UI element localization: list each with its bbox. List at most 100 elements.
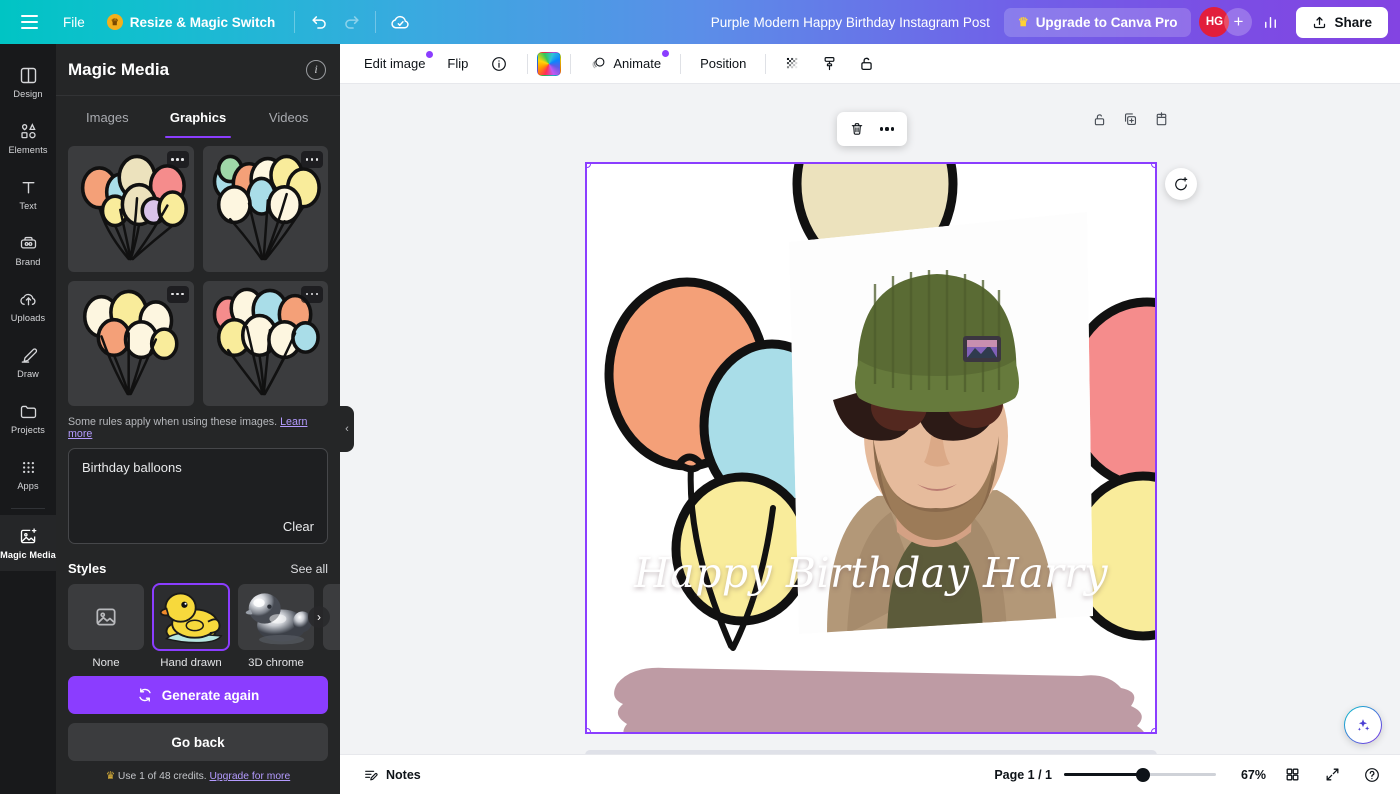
animate-button[interactable]: Animate <box>580 48 671 79</box>
collapse-panel-button[interactable]: ‹ <box>340 406 354 452</box>
sidebar-item-magic-media[interactable]: Magic Media <box>0 515 56 571</box>
style-option-none[interactable]: None <box>68 584 144 669</box>
upgrade-for-more-link[interactable]: Upgrade for more <box>210 771 291 782</box>
refresh-icon <box>139 688 151 702</box>
ctx-divider-1 <box>527 53 529 74</box>
insights-bar-chart-icon[interactable] <box>1254 6 1286 38</box>
selection-handle-bl[interactable] <box>587 728 591 732</box>
usage-rules-note: Some rules apply when using these images… <box>56 412 340 448</box>
left-rail: Design Elements Text Brand Uploads Draw … <box>0 44 56 794</box>
more-options-icon[interactable] <box>166 151 189 168</box>
go-back-label: Go back <box>171 734 225 750</box>
selection-handle-br[interactable] <box>1151 728 1155 732</box>
style-swatch-hand-drawn <box>152 583 230 651</box>
animate-label: Animate <box>613 56 662 71</box>
style-option-hand-drawn[interactable]: Hand drawn <box>152 583 230 669</box>
hamburger-menu-icon[interactable] <box>14 7 44 37</box>
add-collaborator-label: + <box>1233 12 1244 31</box>
grid-view-icon[interactable] <box>1278 761 1306 789</box>
tab-graphics[interactable]: Graphics <box>153 96 244 138</box>
add-collaborator-button[interactable]: + <box>1224 8 1253 36</box>
notes-button[interactable]: Notes <box>354 761 430 789</box>
share-button[interactable]: Share <box>1296 6 1388 38</box>
tab-label: Videos <box>268 109 309 125</box>
status-bar: Notes Page 1 / 1 67% <box>340 754 1400 794</box>
balloon-result-1[interactable] <box>68 146 194 272</box>
clear-prompt-button[interactable]: Clear <box>283 519 314 534</box>
resize-magic-switch-label: Resize & Magic Switch <box>129 14 276 30</box>
flip-button[interactable]: Flip <box>437 49 478 78</box>
document-title[interactable]: Purple Modern Happy Birthday Instagram P… <box>699 9 1002 36</box>
sidebar-item-brand[interactable]: Brand <box>0 222 56 278</box>
balloon-result-2[interactable] <box>202 146 328 272</box>
sidebar-item-projects[interactable]: Projects <box>0 390 56 446</box>
photo-card <box>789 212 1093 634</box>
copy-style-button[interactable] <box>812 47 847 80</box>
balloon-result-4[interactable] <box>202 280 328 406</box>
more-options-icon[interactable] <box>873 115 901 143</box>
sidebar-item-elements[interactable]: Elements <box>0 110 56 166</box>
position-button[interactable]: Position <box>690 49 756 78</box>
lock-icon <box>861 57 873 70</box>
tab-label: Graphics <box>169 109 227 125</box>
results-grid <box>56 138 340 412</box>
delete-icon[interactable] <box>843 115 871 143</box>
unlock-icon[interactable] <box>1086 106 1112 132</box>
generate-again-button[interactable]: Generate again <box>68 676 328 714</box>
zoom-slider[interactable] <box>1064 767 1216 782</box>
sidebar-item-uploads[interactable]: Uploads <box>0 278 56 334</box>
chevron-right-icon[interactable]: › <box>308 606 330 628</box>
elements-shapes-icon <box>20 123 36 139</box>
zoom-slider-knob[interactable] <box>1135 767 1150 782</box>
ctx-divider-2 <box>570 53 572 74</box>
upgrade-to-canva-pro-button[interactable]: ♛ Upgrade to Canva Pro <box>1003 7 1192 37</box>
duplicate-page-icon[interactable] <box>1117 106 1143 132</box>
file-menu-button[interactable]: File <box>52 9 96 36</box>
credits-note: ♛ Use 1 of 48 credits. Upgrade for more <box>68 770 328 782</box>
sidebar-item-design[interactable]: Design <box>0 54 56 110</box>
cloud-saved-icon[interactable] <box>384 6 416 38</box>
notes-label: Notes <box>386 767 421 782</box>
tab-images[interactable]: Images <box>62 96 153 138</box>
redo-icon[interactable] <box>335 6 367 38</box>
tab-videos[interactable]: Videos <box>243 96 334 138</box>
canvas-area[interactable]: Happy Birthday Harry <box>340 84 1400 794</box>
style-option-3d-chrome[interactable]: 3D chrome <box>238 584 314 669</box>
transparency-button[interactable] <box>775 47 810 80</box>
image-info-button[interactable] <box>480 48 518 80</box>
see-all-styles-button[interactable]: See all <box>290 562 328 576</box>
edit-image-button[interactable]: Edit image <box>354 49 435 78</box>
more-options-icon[interactable] <box>166 285 189 303</box>
editor-area: Edit image Flip Animate Position Happy B… <box>340 44 1400 794</box>
sidebar-item-label: Elements <box>8 145 48 155</box>
add-comment-button[interactable] <box>1165 168 1197 200</box>
new-feature-badge <box>426 51 434 58</box>
sidebar-item-text[interactable]: Text <box>0 166 56 222</box>
balloon-result-3[interactable] <box>68 280 194 406</box>
sidebar-item-draw[interactable]: Draw <box>0 334 56 390</box>
info-icon[interactable]: i <box>306 59 326 80</box>
help-icon[interactable] <box>1358 761 1386 789</box>
prompt-input[interactable]: Birthday balloons Clear <box>68 448 328 544</box>
info-icon <box>492 56 507 71</box>
more-options-icon[interactable] <box>301 285 323 303</box>
more-options-icon[interactable] <box>301 151 323 168</box>
undo-icon[interactable] <box>303 6 335 38</box>
design-page[interactable]: Happy Birthday Harry <box>585 162 1157 734</box>
magic-assistant-button[interactable] <box>1344 706 1382 744</box>
color-wheel-icon[interactable] <box>537 51 562 76</box>
page-indicator: Page 1 / 1 <box>994 767 1052 782</box>
sidebar-item-apps[interactable]: Apps <box>0 446 56 502</box>
status-bar-right: Page 1 / 1 67% <box>994 761 1386 789</box>
go-back-button[interactable]: Go back <box>68 723 328 761</box>
design-page-wrapper[interactable]: Happy Birthday Harry <box>585 162 1157 734</box>
fullscreen-icon[interactable] <box>1318 761 1346 789</box>
selection-handle-tr[interactable] <box>1151 164 1155 168</box>
usage-rules-text: Some rules apply when using these images… <box>68 416 278 428</box>
add-page-after-icon[interactable] <box>1148 106 1174 132</box>
rubber-duck-hand-drawn-icon <box>153 584 229 650</box>
resize-magic-switch-button[interactable]: ♛ Resize & Magic Switch <box>96 8 287 36</box>
lock-button[interactable] <box>849 47 884 80</box>
top-bar-right: Purple Modern Happy Birthday Instagram P… <box>699 6 1400 38</box>
styles-header: Styles See all <box>56 544 340 584</box>
